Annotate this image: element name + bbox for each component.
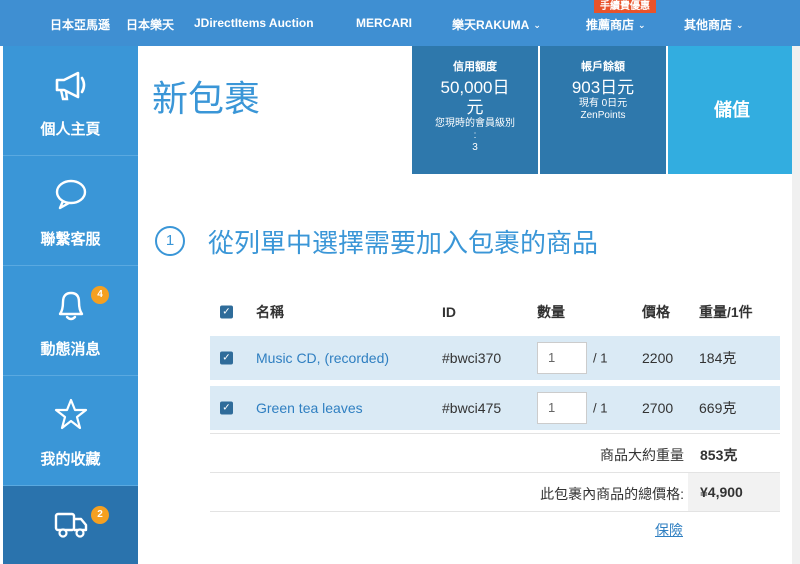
sidebar-item-label: 我的收藏	[40, 451, 101, 468]
sidebar: 個人主頁 聯繫客服 4 動態消息 我的收藏 2	[3, 46, 138, 564]
notification-badge: 2	[91, 506, 109, 524]
chevron-down-icon: ⌄	[533, 20, 541, 30]
table-header-row: ✓ 名稱 ID 數量 價格 重量/1件	[210, 290, 780, 334]
star-icon	[54, 398, 87, 430]
row-checkbox[interactable]: ✓	[220, 401, 233, 415]
nav-rakuma[interactable]: 樂天RAKUMA ⌄	[452, 16, 541, 33]
total-summary-row: 此包裹內商品的總價格: ¥4,900	[210, 472, 780, 511]
chat-bubble-icon	[55, 179, 86, 210]
member-level-label: 您現時的會員級別 :	[412, 118, 538, 142]
bell-icon	[58, 291, 83, 321]
sidebar-item-news[interactable]: 4 動態消息	[3, 266, 138, 376]
chevron-down-icon: ⌄	[736, 20, 744, 30]
topup-button[interactable]: 儲值	[668, 46, 796, 174]
summary-divider	[210, 511, 780, 512]
top-navigation: 日本亞馬遜 日本樂天 JDirectItems Auction MERCARI …	[0, 0, 800, 46]
member-level-value: 3	[472, 142, 478, 153]
quantity-max: / 1	[593, 350, 608, 366]
table-row: ✓ Music CD, (recorded) #bwci370 1 / 1 22…	[210, 336, 780, 380]
promo-badge: 手續費優惠	[594, 0, 656, 13]
total-summary-label: 此包裹內商品的總價格:	[540, 486, 684, 502]
item-id: #bwci370	[442, 350, 502, 366]
nav-mercari[interactable]: MERCARI	[356, 16, 412, 30]
truck-icon	[54, 512, 87, 538]
credit-panel: 信用額度 50,000日 元 您現時的會員級別 : 3	[412, 46, 538, 174]
item-id: #bwci475	[442, 400, 502, 416]
column-header-id: ID	[442, 304, 456, 320]
quantity-input[interactable]: 1	[537, 392, 587, 424]
sidebar-item-label: 個人主頁	[40, 121, 101, 138]
quantity-max: / 1	[593, 400, 608, 416]
column-header-price: 價格	[642, 304, 670, 320]
column-header-weight: 重量/1件	[699, 304, 753, 320]
item-name-link[interactable]: Green tea leaves	[256, 400, 363, 416]
credit-value-line2: 元	[466, 98, 484, 117]
item-price: 2700	[642, 400, 674, 416]
page-title: 新包裹	[152, 78, 261, 119]
sidebar-item-shipping[interactable]: 2	[3, 486, 138, 564]
sidebar-item-label: 聯繫客服	[40, 231, 101, 248]
notification-badge: 4	[91, 286, 109, 304]
balance-value: 903日元	[571, 78, 635, 97]
weight-summary-row: 商品大約重量 853克	[210, 433, 780, 471]
nav-rakuten-jp[interactable]: 日本樂天	[126, 16, 174, 33]
weight-summary-value: 853克	[700, 447, 738, 463]
zen-points-line2: ZenPoints	[580, 110, 626, 121]
sidebar-item-contact[interactable]: 聯繫客服	[3, 156, 138, 266]
credit-value: 50,000日 元	[412, 78, 538, 118]
chevron-down-icon: ⌄	[638, 20, 646, 30]
scrollbar-track[interactable]	[792, 46, 800, 564]
balance-panel: 帳戶餘額 903日元 現有 0日元 ZenPoints	[540, 46, 666, 174]
item-weight: 669克	[699, 400, 737, 416]
item-name-link[interactable]: Music CD, (recorded)	[256, 350, 389, 366]
item-price: 2200	[642, 350, 674, 366]
sidebar-item-favorites[interactable]: 我的收藏	[3, 376, 138, 486]
quantity-input[interactable]: 1	[537, 342, 587, 374]
balance-heading: 帳戶餘額	[581, 61, 625, 73]
total-summary-value: ¥4,900	[700, 484, 743, 500]
credit-value-line1: 50,000日	[440, 78, 510, 97]
nav-other-label: 其他商店	[684, 18, 733, 32]
sidebar-item-label: 動態消息	[40, 341, 101, 358]
weight-summary-label: 商品大約重量	[600, 447, 684, 463]
column-header-name: 名稱	[256, 304, 284, 320]
nav-rakuma-label: 樂天RAKUMA	[452, 18, 530, 32]
row-checkbox[interactable]: ✓	[220, 351, 233, 365]
credit-heading: 信用額度	[453, 61, 497, 73]
step-number: 1	[155, 226, 185, 256]
member-level-label-line2: :	[473, 130, 477, 141]
item-weight: 184克	[699, 350, 737, 366]
insurance-link[interactable]: 保險	[655, 520, 683, 540]
table-row: ✓ Green tea leaves #bwci475 1 / 1 2700 6…	[210, 386, 780, 430]
zen-points-line1: 現有 0日元	[578, 98, 628, 109]
megaphone-icon	[55, 71, 85, 101]
nav-recommended-stores[interactable]: 推薦商店 ⌄	[586, 16, 646, 33]
step-title: 從列單中選擇需要加入包裹的商品	[208, 228, 599, 258]
column-header-qty: 數量	[537, 304, 565, 320]
nav-other-stores[interactable]: 其他商店 ⌄	[684, 16, 744, 33]
nav-recommended-label: 推薦商店	[586, 18, 635, 32]
nav-amazon-jp[interactable]: 日本亞馬遜	[50, 16, 110, 33]
member-level-label-line1: 您現時的會員級別	[435, 118, 515, 129]
nav-jdirectitems-auction[interactable]: JDirectItems Auction	[194, 16, 314, 30]
sidebar-item-profile[interactable]: 個人主頁	[3, 46, 138, 156]
select-all-checkbox[interactable]: ✓	[220, 305, 233, 319]
